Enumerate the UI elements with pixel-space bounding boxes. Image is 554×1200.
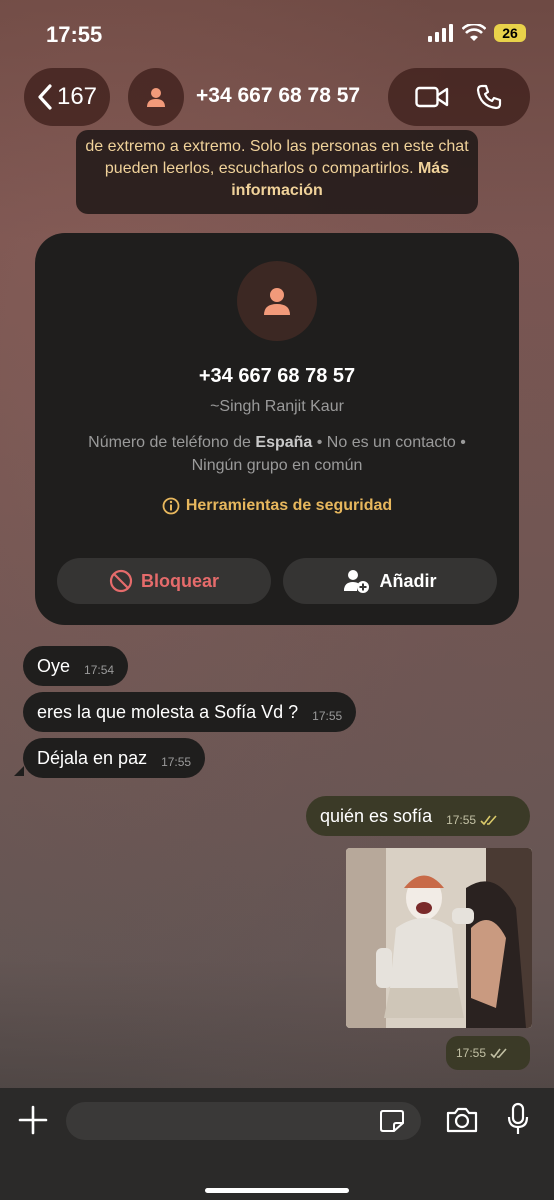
add-person-icon [344,570,370,593]
microphone-icon[interactable] [506,1102,530,1136]
card-contact-info: Número de teléfono de España • No es un … [35,431,519,477]
info-suffix: • No es un contacto • [312,434,466,451]
image-caption-time: 17:55 [446,1036,530,1070]
image-message[interactable] [346,848,532,1028]
info-country: España [255,434,313,451]
read-ticks-icon [490,1048,507,1059]
call-actions [388,68,530,126]
message-incoming[interactable]: eres la que molesta a Sofía Vd ? 17:55 [23,692,357,732]
message-time: 17:55 [456,1046,487,1060]
person-icon [147,88,165,107]
add-contact-button[interactable]: Añadir [283,558,497,604]
block-icon [109,569,133,593]
message-text: eres la que molesta a Sofía Vd ? [37,701,299,722]
video-camera-icon[interactable] [415,86,449,108]
info-groups: Ningún grupo en común [191,457,363,474]
signal-icon [428,24,453,42]
message-time: 17:54 [84,663,115,677]
chat-title[interactable]: +34 667 68 78 57 [196,84,360,108]
message-text: Déjala en paz [37,747,148,768]
message-time: 17:55 [312,709,343,723]
bubble-tail [14,766,24,776]
person-icon [264,288,290,315]
wifi-icon [462,24,486,41]
safety-tools-link[interactable]: Herramientas de seguridad [35,497,519,515]
card-avatar [237,261,317,341]
back-button[interactable]: 167 [24,68,110,126]
battery-indicator: 26 [494,24,526,42]
camera-icon[interactable] [445,1106,479,1134]
card-phone-number: +34 667 68 78 57 [198,365,356,387]
message-incoming[interactable]: Déjala en paz 17:55 [23,738,206,778]
phone-icon[interactable] [475,83,503,111]
safety-tools-label: Herramientas de seguridad [185,497,393,514]
block-button[interactable]: Bloquear [57,558,271,604]
read-ticks-icon [480,815,497,826]
status-bar: 17:55 26 [0,0,554,66]
status-icons: 26 [428,24,526,42]
message-time: 17:55 [161,755,192,769]
message-input[interactable] [66,1102,421,1140]
card-contact-name: ~Singh Ranjit Kaur [210,398,344,415]
message-outgoing[interactable]: quién es sofía 17:55 [306,796,530,836]
plus-icon[interactable] [18,1105,48,1135]
info-circle-icon [162,497,180,515]
message-incoming[interactable]: Oye 17:54 [23,646,129,686]
chevron-left-icon [38,84,52,110]
message-text: Oye [37,655,71,676]
add-label: Añadir [379,570,437,591]
home-indicator [205,1188,349,1193]
block-label: Bloquear [140,570,219,591]
message-text: quién es sofía [320,805,433,826]
compose-bar [0,1088,554,1200]
unread-count: 167 [56,83,98,110]
status-time: 17:55 [46,22,103,47]
contact-avatar[interactable] [128,68,184,126]
message-time: 17:55 [446,813,477,827]
gif-thumbnail [346,848,532,1028]
encryption-text: de extremo a extremo. Solo las personas … [85,138,469,177]
encryption-notice[interactable]: de extremo a extremo. Solo las personas … [76,130,478,214]
info-prefix: Número de teléfono de [88,434,256,451]
sticker-icon[interactable] [379,1109,405,1133]
chat-header: 167 +34 667 68 78 57 [0,68,554,128]
unknown-contact-card: +34 667 68 78 57 ~Singh Ranjit Kaur Núme… [35,233,519,625]
